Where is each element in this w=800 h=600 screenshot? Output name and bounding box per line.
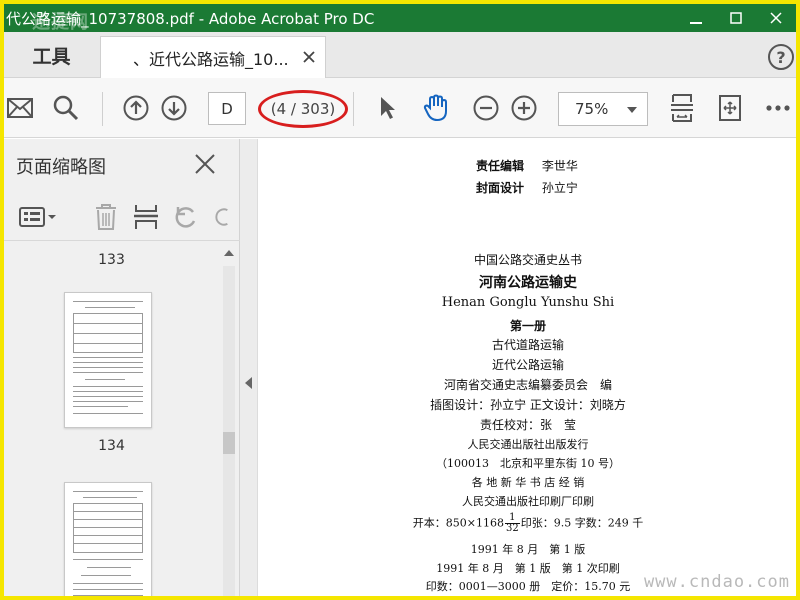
- minimize-button[interactable]: [676, 4, 716, 32]
- rotate-view-button[interactable]: [716, 94, 744, 122]
- hand-icon: [423, 94, 447, 122]
- rotate-cw-icon: [215, 208, 228, 226]
- insert-page-button[interactable]: [132, 203, 160, 231]
- thumbnail-page-134[interactable]: [64, 482, 152, 596]
- scrollbar-thumb[interactable]: [223, 432, 235, 454]
- rotate-icon: [719, 95, 741, 121]
- page-count: (4 / 303): [258, 90, 348, 128]
- panel-title: 页面缩略图: [16, 157, 106, 178]
- tab-tools[interactable]: 工具: [4, 32, 99, 78]
- title-bar: 代公路运输_10737808.pdf - Adobe Acrobat Pro D…: [4, 4, 796, 33]
- compiler: 河南省交通史志编纂委员会 编: [443, 378, 612, 392]
- maximize-button[interactable]: [716, 4, 756, 32]
- volume-label: 第一册: [509, 319, 546, 333]
- help-button[interactable]: ?: [768, 44, 794, 70]
- toolbar-divider: [102, 92, 103, 126]
- thumbnail-options-button[interactable]: [18, 203, 58, 231]
- thumbnail-label: 133: [98, 252, 125, 268]
- printer: 人民交通出版社印刷厂印刷: [462, 495, 594, 508]
- app-window: 代公路运输_10737808.pdf - Adobe Acrobat Pro D…: [4, 4, 796, 596]
- cover-designer-line: 封面设计 孙立宁: [476, 181, 578, 195]
- more-icon: [766, 105, 790, 111]
- thumbnail-label: 134: [98, 438, 125, 454]
- hand-tool-button[interactable]: [422, 94, 450, 122]
- scroll-up-icon[interactable]: [224, 250, 234, 256]
- part-two: 近代公路运输: [491, 358, 564, 372]
- illustrators: 插图设计：孙立宁 正文设计：刘晓方: [430, 398, 626, 412]
- document-page: 责任编辑 李世华 封面设计 孙立宁 中国公路交通史丛书 河南公路运输史 Hena…: [258, 139, 796, 596]
- insert-page-icon: [134, 205, 158, 229]
- thumbnail-list: 133 134: [4, 242, 219, 596]
- pointer-icon: [381, 97, 395, 119]
- chevron-down-icon: [627, 107, 637, 113]
- rotate-ccw-button[interactable]: [172, 203, 200, 231]
- toolbar-divider: [353, 92, 354, 126]
- publisher: 人民交通出版社出版发行: [467, 438, 589, 451]
- format-line: 开本：850×1168 1 32 印张：9.5 字数：249 千: [412, 512, 644, 534]
- publisher-address: （100013 北京和平里东街 10 号）: [436, 457, 620, 470]
- toolbar: D (4 / 303) 75%: [4, 78, 796, 138]
- scrollbar-track[interactable]: [223, 266, 235, 596]
- tab-document[interactable]: 、近代公路运输_10...: [100, 36, 326, 79]
- fit-page-button[interactable]: [668, 94, 696, 122]
- minimize-icon: [690, 22, 702, 24]
- arrow-down-icon: [161, 95, 187, 121]
- distributor: 各 地 新 华 书 店 经 销: [471, 476, 585, 489]
- panel-collapse-strip[interactable]: [240, 139, 258, 596]
- search-icon: [53, 95, 79, 121]
- editor-line: 责任编辑 李世华: [476, 159, 578, 173]
- zoom-in-icon: [511, 95, 537, 121]
- close-icon: [770, 12, 782, 24]
- page-number-input[interactable]: D: [208, 92, 246, 125]
- select-tool-button[interactable]: [374, 94, 402, 122]
- zoom-in-button[interactable]: [510, 94, 538, 122]
- watermark-logo: 迅捷网: [32, 12, 89, 33]
- book-title-pinyin: Henan Gonglu Yunshu Shi: [441, 295, 615, 310]
- chevron-left-icon[interactable]: [245, 377, 252, 389]
- window-controls: [676, 4, 796, 32]
- rotate-cw-button[interactable]: [212, 203, 232, 231]
- tab-bar: 工具 、近代公路运输_10... ?: [4, 32, 796, 79]
- search-button[interactable]: [52, 94, 80, 122]
- maximize-icon: [730, 12, 742, 24]
- thumbnail-page-133[interactable]: [64, 292, 152, 428]
- arrow-up-icon: [123, 95, 149, 121]
- edition-line: 1991 年 8 月 第 1 版: [470, 543, 586, 556]
- list-options-icon: [19, 207, 56, 227]
- close-panel-icon[interactable]: [194, 153, 216, 175]
- series-title: 中国公路交通史丛书: [473, 253, 582, 267]
- highlight-ellipse: [258, 90, 348, 128]
- proofreader: 责任校对：张 莹: [479, 418, 576, 432]
- trash-icon: [96, 204, 116, 230]
- zoom-select[interactable]: 75%: [558, 92, 648, 126]
- mail-button[interactable]: [6, 94, 34, 122]
- close-tab-icon[interactable]: [301, 49, 317, 65]
- mail-icon: [7, 98, 33, 118]
- zoom-value: 75%: [575, 100, 609, 118]
- book-title: 河南公路运输史: [479, 275, 577, 291]
- next-page-button[interactable]: [160, 94, 188, 122]
- thumbnail-scrollbar[interactable]: [219, 242, 239, 596]
- fit-page-icon: [671, 94, 693, 122]
- zoom-out-icon: [473, 95, 499, 121]
- close-window-button[interactable]: [756, 4, 796, 32]
- previous-page-button[interactable]: [122, 94, 150, 122]
- thumbnails-panel: 页面缩略图 133 134: [4, 139, 240, 596]
- delete-page-button[interactable]: [92, 203, 120, 231]
- site-watermark: www.cndao.com: [643, 572, 790, 592]
- document-view[interactable]: 责任编辑 李世华 封面设计 孙立宁 中国公路交通史丛书 河南公路运输史 Hena…: [258, 139, 796, 596]
- more-tools-button[interactable]: [764, 94, 792, 122]
- panel-toolbar: [4, 193, 240, 241]
- part-one: 古代道路运输: [491, 338, 564, 352]
- tab-document-label: 、近代公路运输_10...: [133, 50, 289, 69]
- zoom-out-button[interactable]: [472, 94, 500, 122]
- rotate-ccw-icon: [175, 207, 196, 228]
